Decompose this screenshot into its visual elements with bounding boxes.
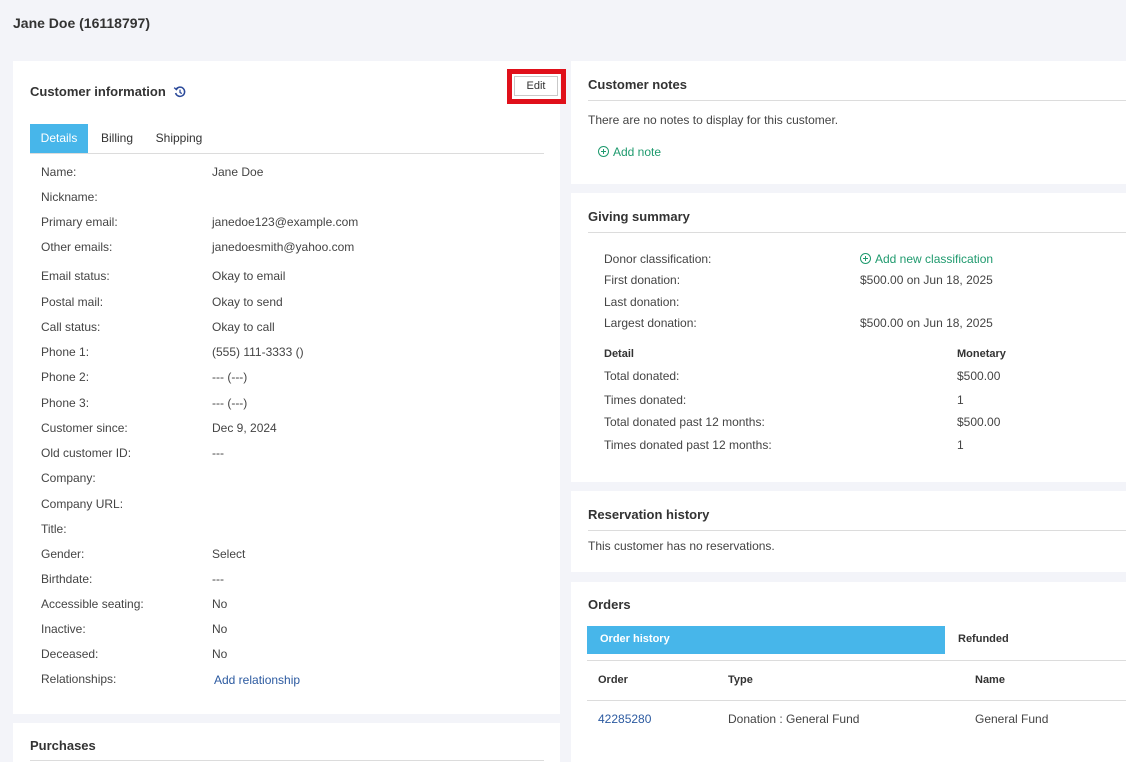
- field-postal-mail-label: Postal mail:: [41, 295, 104, 309]
- orders-header-divider: [587, 700, 1126, 701]
- field-phone2-label: Phone 2:: [41, 370, 90, 384]
- last-donation-label: Last donation:: [604, 295, 680, 309]
- order-name: General Fund: [975, 712, 1049, 726]
- field-name-value: Jane Doe: [212, 165, 264, 179]
- times-donated-12m-value: 1: [957, 438, 964, 452]
- field-other-emails-value: janedoesmith@yahoo.com: [212, 240, 355, 254]
- orders-title: Orders: [588, 597, 631, 612]
- tab-refunded[interactable]: Refunded: [945, 626, 1126, 654]
- field-accessible-seating-value: No: [212, 597, 228, 611]
- field-name-label: Name:: [41, 165, 77, 179]
- giving-divider: [588, 232, 1126, 233]
- field-phone3-label: Phone 3:: [41, 396, 90, 410]
- times-donated-label: Times donated:: [604, 393, 687, 407]
- reservations-divider: [588, 530, 1126, 531]
- times-donated-value: 1: [957, 393, 964, 407]
- add-classification-label: Add new classification: [875, 252, 994, 266]
- orders-card: [571, 582, 1126, 762]
- notes-title: Customer notes: [588, 77, 687, 92]
- field-old-id-value: ---: [212, 446, 224, 460]
- reservations-empty-text: This customer has no reservations.: [588, 539, 775, 553]
- reservations-card: [571, 491, 1126, 572]
- field-deceased-label: Deceased:: [41, 647, 99, 661]
- total-donated-value: $500.00: [957, 369, 1001, 383]
- field-customer-since-label: Customer since:: [41, 421, 128, 435]
- col-name: Name: [975, 674, 1005, 686]
- field-inactive-value: No: [212, 622, 228, 636]
- tab-shipping[interactable]: Shipping: [147, 124, 211, 153]
- add-relationship-link[interactable]: Add relationship: [214, 673, 300, 687]
- field-accessible-seating-label: Accessible seating:: [41, 597, 144, 611]
- field-relationships-label: Relationships:: [41, 672, 117, 686]
- field-gender-value: Select: [212, 547, 246, 561]
- times-donated-12m-label: Times donated past 12 months:: [604, 438, 772, 452]
- field-company-url-label: Company URL:: [41, 497, 124, 511]
- field-primary-email-label: Primary email:: [41, 215, 118, 229]
- total-donated-12m-label: Total donated past 12 months:: [604, 415, 765, 429]
- tabs-divider: [30, 153, 544, 154]
- field-email-status-value: Okay to email: [212, 269, 286, 283]
- plus-circle-icon: [598, 146, 609, 157]
- field-birthdate-value: ---: [212, 572, 224, 586]
- purchases-title: Purchases: [30, 738, 96, 753]
- notes-empty-text: There are no notes to display for this c…: [588, 113, 839, 127]
- field-phone1-value: (555) 111-3333 (): [212, 345, 304, 359]
- add-classification-button[interactable]: Add new classification: [860, 252, 993, 266]
- field-customer-since-value: Dec 9, 2024: [212, 421, 277, 435]
- first-donation-label: First donation:: [604, 273, 681, 287]
- field-gender-label: Gender:: [41, 547, 85, 561]
- notes-divider: [588, 100, 1126, 101]
- largest-donation-label: Largest donation:: [604, 316, 697, 330]
- first-donation-value: $500.00 on Jun 18, 2025: [860, 273, 993, 287]
- field-inactive-label: Inactive:: [41, 622, 86, 636]
- field-phone1-label: Phone 1:: [41, 345, 90, 359]
- field-old-id-label: Old customer ID:: [41, 446, 132, 460]
- col-type: Type: [728, 674, 753, 686]
- tab-details[interactable]: Details: [30, 124, 88, 153]
- field-title-label: Title:: [41, 522, 67, 536]
- add-note-label: Add note: [613, 145, 662, 159]
- field-email-status-label: Email status:: [41, 269, 110, 283]
- monetary-header: Monetary: [957, 348, 1006, 360]
- field-nickname-label: Nickname:: [41, 190, 98, 204]
- col-order: Order: [598, 674, 628, 686]
- field-other-emails-label: Other emails:: [41, 240, 113, 254]
- field-primary-email-value: janedoe123@example.com: [212, 215, 359, 229]
- field-deceased-value: No: [212, 647, 228, 661]
- field-birthdate-label: Birthdate:: [41, 572, 93, 586]
- total-donated-label: Total donated:: [604, 369, 680, 383]
- field-call-status-value: Okay to call: [212, 320, 275, 334]
- customer-info-title: Customer information: [30, 84, 166, 99]
- customer-info-card: [13, 61, 560, 714]
- giving-title: Giving summary: [588, 209, 690, 224]
- purchases-divider: [30, 760, 544, 761]
- field-company-label: Company:: [41, 471, 96, 485]
- donor-classification-label: Donor classification:: [604, 252, 712, 266]
- orders-tabs-divider: [587, 660, 1126, 661]
- total-donated-12m-value: $500.00: [957, 415, 1001, 429]
- history-icon[interactable]: [173, 84, 187, 98]
- tab-order-history[interactable]: Order history: [587, 626, 945, 654]
- plus-circle-icon: [860, 253, 871, 264]
- edit-button[interactable]: Edit: [514, 76, 558, 96]
- add-note-button[interactable]: Add note: [598, 145, 661, 159]
- reservations-title: Reservation history: [588, 507, 710, 522]
- field-postal-mail-value: Okay to send: [212, 295, 283, 309]
- field-call-status-label: Call status:: [41, 320, 101, 334]
- tab-billing[interactable]: Billing: [92, 124, 142, 153]
- largest-donation-value: $500.00 on Jun 18, 2025: [860, 316, 993, 330]
- detail-header: Detail: [604, 348, 634, 360]
- field-phone3-value: --- (---): [212, 396, 248, 410]
- order-type: Donation : General Fund: [728, 712, 860, 726]
- field-phone2-value: --- (---): [212, 370, 248, 384]
- order-number-link[interactable]: 42285280: [598, 712, 651, 726]
- page-title: Jane Doe (16118797): [13, 15, 150, 31]
